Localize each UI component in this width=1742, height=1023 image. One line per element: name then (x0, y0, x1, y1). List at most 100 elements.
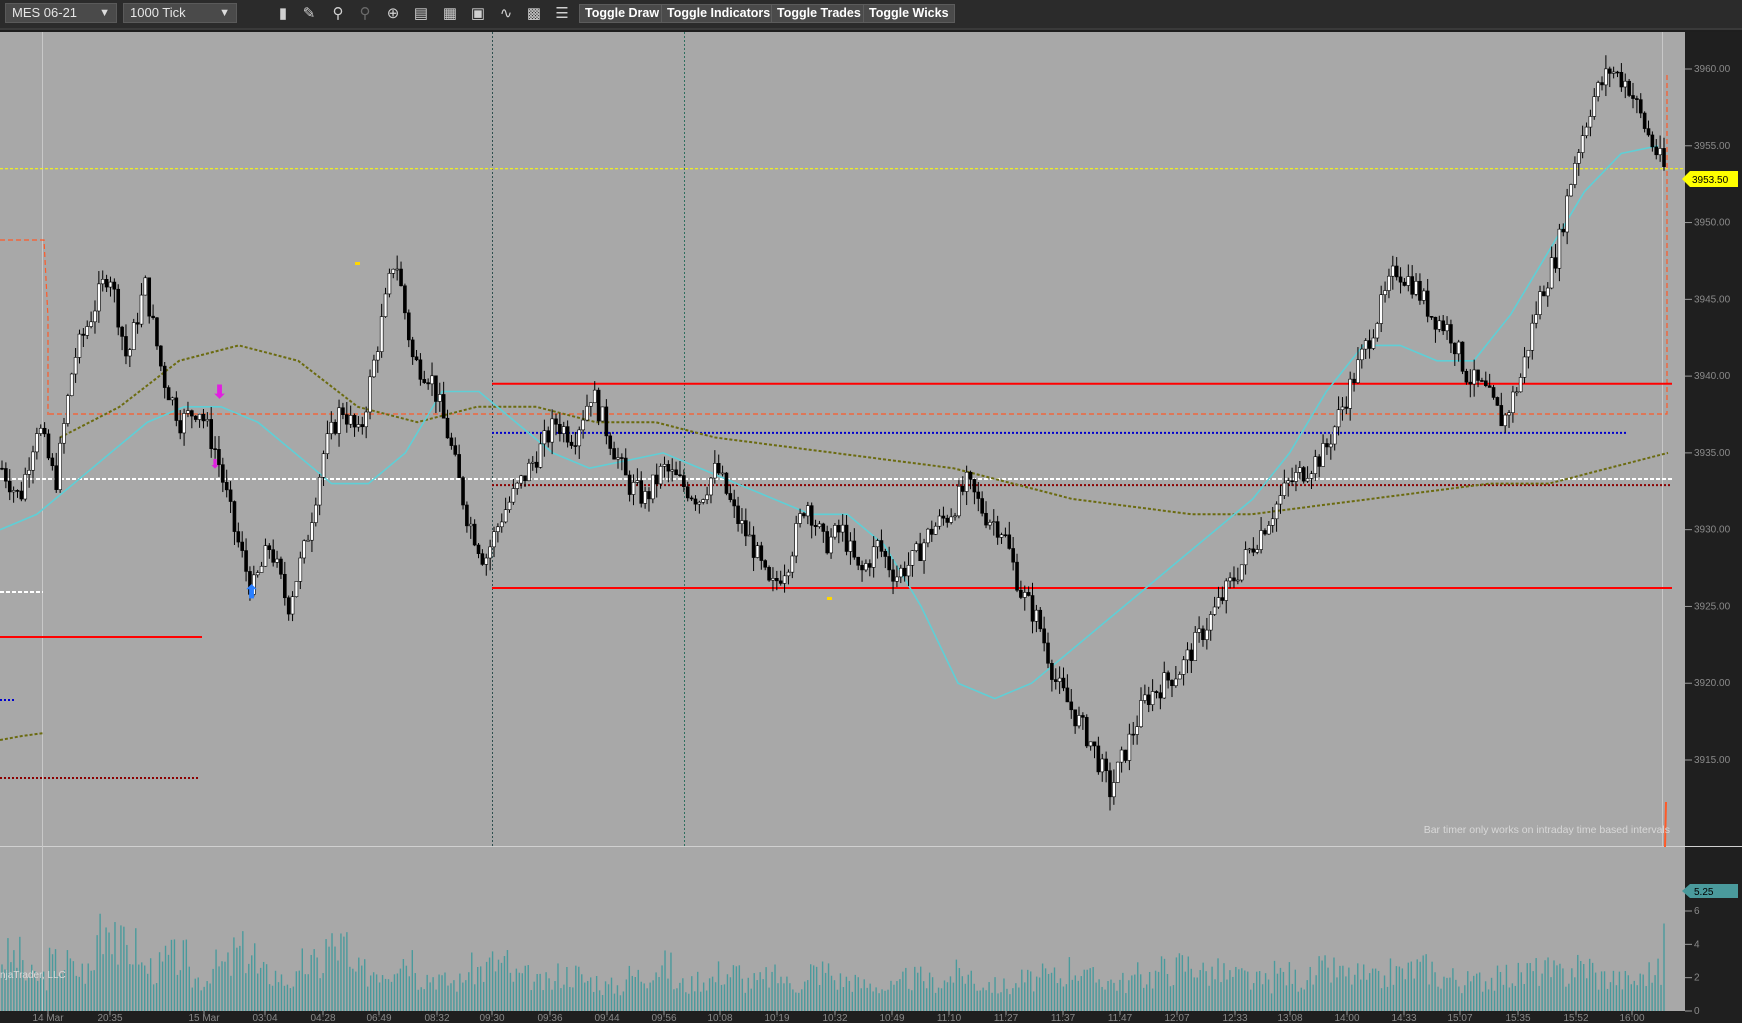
bar-type-icon[interactable]: ▮ (273, 4, 293, 24)
candle-body (1205, 629, 1209, 640)
candle-body (437, 394, 442, 402)
properties-icon[interactable]: ▤ (411, 4, 431, 24)
candle-body (1631, 95, 1635, 99)
candle-body (747, 534, 752, 537)
candle-body (1259, 530, 1263, 550)
candle-body (314, 504, 318, 523)
zoom-out-icon[interactable]: ⚲ (355, 4, 375, 24)
candle-body (1294, 472, 1298, 482)
candle-body (1309, 473, 1314, 479)
candle-body (1088, 741, 1093, 747)
candle-body (879, 540, 884, 552)
strategy-icon[interactable]: ▦ (440, 4, 460, 24)
candle-body (131, 322, 136, 351)
toggle-wicks-button[interactable]: Toggle Wicks (863, 4, 955, 23)
candle-body (1452, 342, 1457, 355)
candle-body (984, 512, 988, 526)
time-tick-label: 11:27 (994, 1013, 1019, 1023)
candle-body (1569, 184, 1573, 197)
candle-body (395, 268, 399, 271)
candle-body (259, 565, 264, 573)
candle-body (736, 505, 740, 524)
candle-body (422, 379, 427, 383)
candle-body (949, 516, 953, 523)
interval-value: 1000 Tick (130, 5, 186, 20)
candle-body (1352, 378, 1356, 384)
candle-body (492, 531, 496, 548)
candle-body (1487, 385, 1492, 388)
candle-body (356, 424, 361, 428)
pencil-draw-icon[interactable]: ✎ (299, 4, 319, 24)
candle-body (864, 563, 868, 571)
time-tick-label: 10:08 (707, 1013, 732, 1023)
candle-body (1065, 687, 1070, 703)
volume-tick-label: 6 (1694, 906, 1700, 917)
candle-body (941, 515, 946, 519)
toggle-draw-button[interactable]: Toggle Draw (579, 4, 666, 23)
toggle-trades-button[interactable]: Toggle Trades (771, 4, 867, 23)
candle-body (46, 433, 51, 459)
candle-body (445, 417, 450, 439)
candle-body (162, 365, 167, 388)
chart-trader-icon[interactable]: ▣ (468, 4, 488, 24)
candle-body (1212, 606, 1217, 615)
candle-body (1274, 503, 1279, 520)
candle-body (1650, 134, 1655, 148)
candle-body (1542, 291, 1546, 297)
price-tick-label: 3920.00 (1694, 678, 1731, 689)
toggle-indicators-button[interactable]: Toggle Indicators (661, 4, 777, 23)
crosshair-icon[interactable]: ⊕ (383, 4, 403, 24)
candle-body (771, 578, 775, 581)
data-series-list-icon[interactable]: ☰ (552, 4, 572, 24)
candle-body (620, 457, 624, 459)
candle-body (240, 541, 244, 551)
candle-body (689, 497, 694, 500)
time-tick-label: 11:47 (1108, 1013, 1133, 1023)
volume-tick-label: 2 (1694, 973, 1700, 984)
candle-body (1081, 715, 1085, 718)
candle-body (1530, 322, 1535, 351)
candle-body (972, 479, 977, 493)
candle-body (829, 536, 833, 554)
candle-body (1507, 412, 1511, 416)
candle-body (143, 277, 148, 296)
candle-body (608, 435, 613, 449)
candle-body (1619, 72, 1624, 88)
candle-body (906, 565, 911, 577)
candle-body (1549, 257, 1554, 289)
interval-selector[interactable]: 1000 Tick ▼ (123, 3, 237, 23)
candle-body (1026, 592, 1031, 596)
candle-body (89, 321, 93, 327)
candle-body (190, 410, 194, 417)
candle-body (1077, 715, 1081, 727)
instrument-selector[interactable]: MES 06-21 ▼ (5, 3, 117, 23)
price-panel[interactable] (0, 32, 1685, 846)
indicators-icon[interactable]: ∿ (496, 4, 516, 24)
templates-icon[interactable]: ▩ (524, 4, 544, 24)
candle-body (1135, 726, 1139, 735)
candle-body (647, 491, 651, 500)
candle-body (1635, 98, 1639, 100)
candle-body (1425, 290, 1430, 317)
time-tick-label: 16:00 (1619, 1013, 1644, 1023)
candle-body (379, 316, 384, 352)
candle-body (360, 424, 365, 428)
candle-body (383, 293, 388, 317)
candle-body (898, 567, 903, 578)
candle-body (1503, 414, 1507, 427)
zoom-in-icon[interactable]: ⚲ (328, 4, 348, 24)
candle-body (290, 596, 295, 615)
time-tick-label: 12:33 (1222, 1013, 1247, 1023)
candle-body (840, 524, 845, 533)
price-chart[interactable]: 3960.00 3955.00 3950.00 3945.00 3940.00 3935.… (0, 32, 1742, 1023)
candle-body (1177, 674, 1182, 680)
candle-body (1534, 314, 1538, 324)
candle-body (1646, 128, 1651, 136)
candle-body (15, 490, 20, 492)
candle-body (461, 477, 465, 506)
candle-body (112, 281, 117, 290)
candle-body (988, 521, 992, 526)
candle-body (372, 359, 376, 378)
candle-body (1216, 597, 1221, 608)
candle-body (135, 322, 140, 325)
